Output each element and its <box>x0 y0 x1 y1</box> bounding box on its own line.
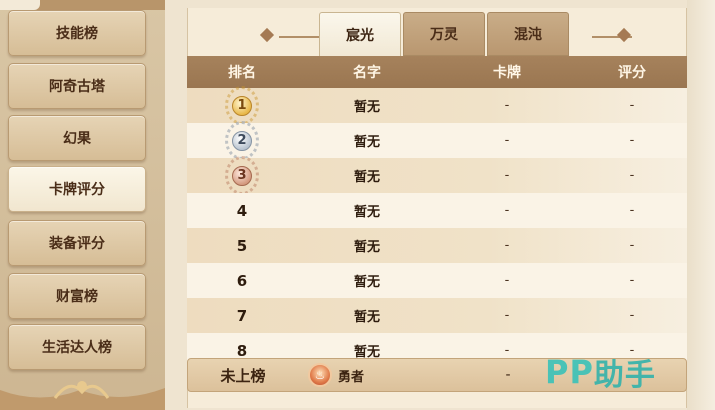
score-value: - <box>629 133 635 148</box>
rank-number: 5 <box>236 236 248 255</box>
sidebar-item-label: 阿奇古塔 <box>49 79 105 95</box>
score-value: - <box>629 203 635 218</box>
header-rank: 排名 <box>228 65 256 81</box>
card-value: - <box>504 273 510 288</box>
table-row[interactable]: 3 暂无 - - <box>187 156 687 195</box>
rank-number: 7 <box>236 306 248 325</box>
card-value: - <box>504 308 510 323</box>
rank-number: 4 <box>236 201 248 220</box>
player-name: 暂无 <box>353 310 380 325</box>
sidebar-item-card-score[interactable]: 卡牌评分 <box>8 166 146 212</box>
sidebar-item-label: 财富榜 <box>56 289 98 305</box>
watermark-logo: PP 助手 <box>545 350 685 394</box>
my-player-name: 勇者 <box>338 369 365 385</box>
tab-wanling[interactable]: 万灵 <box>403 12 485 56</box>
sidebar-item-skill-rank[interactable]: 技能榜 <box>8 10 146 56</box>
medal-rank-number: 1 <box>232 95 252 116</box>
player-name: 暂无 <box>353 170 380 185</box>
watermark-han: 助手 <box>593 358 656 393</box>
card-value: - <box>504 168 510 183</box>
header-card: 卡牌 <box>493 65 521 81</box>
player-name: 暂无 <box>353 205 380 220</box>
tab-label: 万灵 <box>430 27 458 43</box>
table-row[interactable]: 5 暂无 - - <box>187 228 687 263</box>
my-player: ♨ 勇者 <box>308 359 364 391</box>
table-row[interactable]: 7 暂无 - - <box>187 298 687 333</box>
card-value: - <box>504 238 510 253</box>
table-row[interactable]: 2 暂无 - - <box>187 121 687 160</box>
header-score: 评分 <box>618 65 646 81</box>
rank-cell: 3 <box>187 156 297 195</box>
tab-deco-line-left <box>279 36 321 38</box>
sidebar-item-label: 幻果 <box>63 131 91 147</box>
sidebar-item-label: 卡牌评分 <box>49 182 105 198</box>
sidebar-item-fantasy-fruit[interactable]: 幻果 <box>8 115 146 161</box>
rank-cell: 2 <box>187 121 297 160</box>
player-name: 暂无 <box>353 135 380 150</box>
table-row[interactable]: 6 暂无 - - <box>187 263 687 298</box>
score-value: - <box>629 98 635 113</box>
gold-medal-icon: 1 <box>225 86 259 125</box>
frame-ornament <box>0 0 40 10</box>
rank-cell: 1 <box>187 86 297 125</box>
sidebar-bottom-ornament <box>0 381 165 410</box>
diamond-icon <box>616 27 632 43</box>
sidebar-frame-top <box>0 0 165 10</box>
sidebar-item-label: 技能榜 <box>56 26 98 42</box>
rank-number: 6 <box>236 271 248 290</box>
not-ranked-label: 未上榜 <box>220 366 266 385</box>
medal-rank-number: 3 <box>232 165 252 186</box>
table-row[interactable]: 1 暂无 - - <box>187 86 687 125</box>
sidebar-item-label: 生活达人榜 <box>42 340 112 356</box>
bronze-medal-icon: 3 <box>225 156 259 195</box>
tab-chenguang[interactable]: 宸光 <box>319 12 401 56</box>
sidebar-item-equipment-score[interactable]: 装备评分 <box>8 220 146 266</box>
player-name: 暂无 <box>353 275 380 290</box>
server-tabs: 宸光 万灵 混沌 <box>187 8 687 56</box>
score-value: - <box>629 273 635 288</box>
tab-label: 混沌 <box>514 27 542 43</box>
player-name: 暂无 <box>353 240 380 255</box>
sidebar-item-aqi-tower[interactable]: 阿奇古塔 <box>8 63 146 109</box>
tab-label: 宸光 <box>346 27 374 44</box>
header-name: 名字 <box>353 65 381 81</box>
flame-avatar-icon: ♨ <box>308 363 332 387</box>
player-name: 暂无 <box>353 100 380 115</box>
card-value: - <box>504 133 510 148</box>
sidebar-item-label: 装备评分 <box>49 236 105 252</box>
score-value: - <box>629 238 635 253</box>
sidebar-item-wealth-rank[interactable]: 财富榜 <box>8 273 146 319</box>
card-value: - <box>504 98 510 113</box>
score-value: - <box>629 168 635 183</box>
tab-hundun[interactable]: 混沌 <box>487 12 569 56</box>
score-value: - <box>629 308 635 323</box>
medal-rank-number: 2 <box>232 130 252 151</box>
card-value: - <box>504 203 510 218</box>
silver-medal-icon: 2 <box>225 121 259 160</box>
table-header: 排名 名字 卡牌 评分 <box>187 56 687 88</box>
table-row[interactable]: 4 暂无 - - <box>187 193 687 228</box>
right-edge-background <box>687 0 715 410</box>
watermark-latin: PP <box>545 353 594 391</box>
diamond-icon <box>259 27 275 43</box>
